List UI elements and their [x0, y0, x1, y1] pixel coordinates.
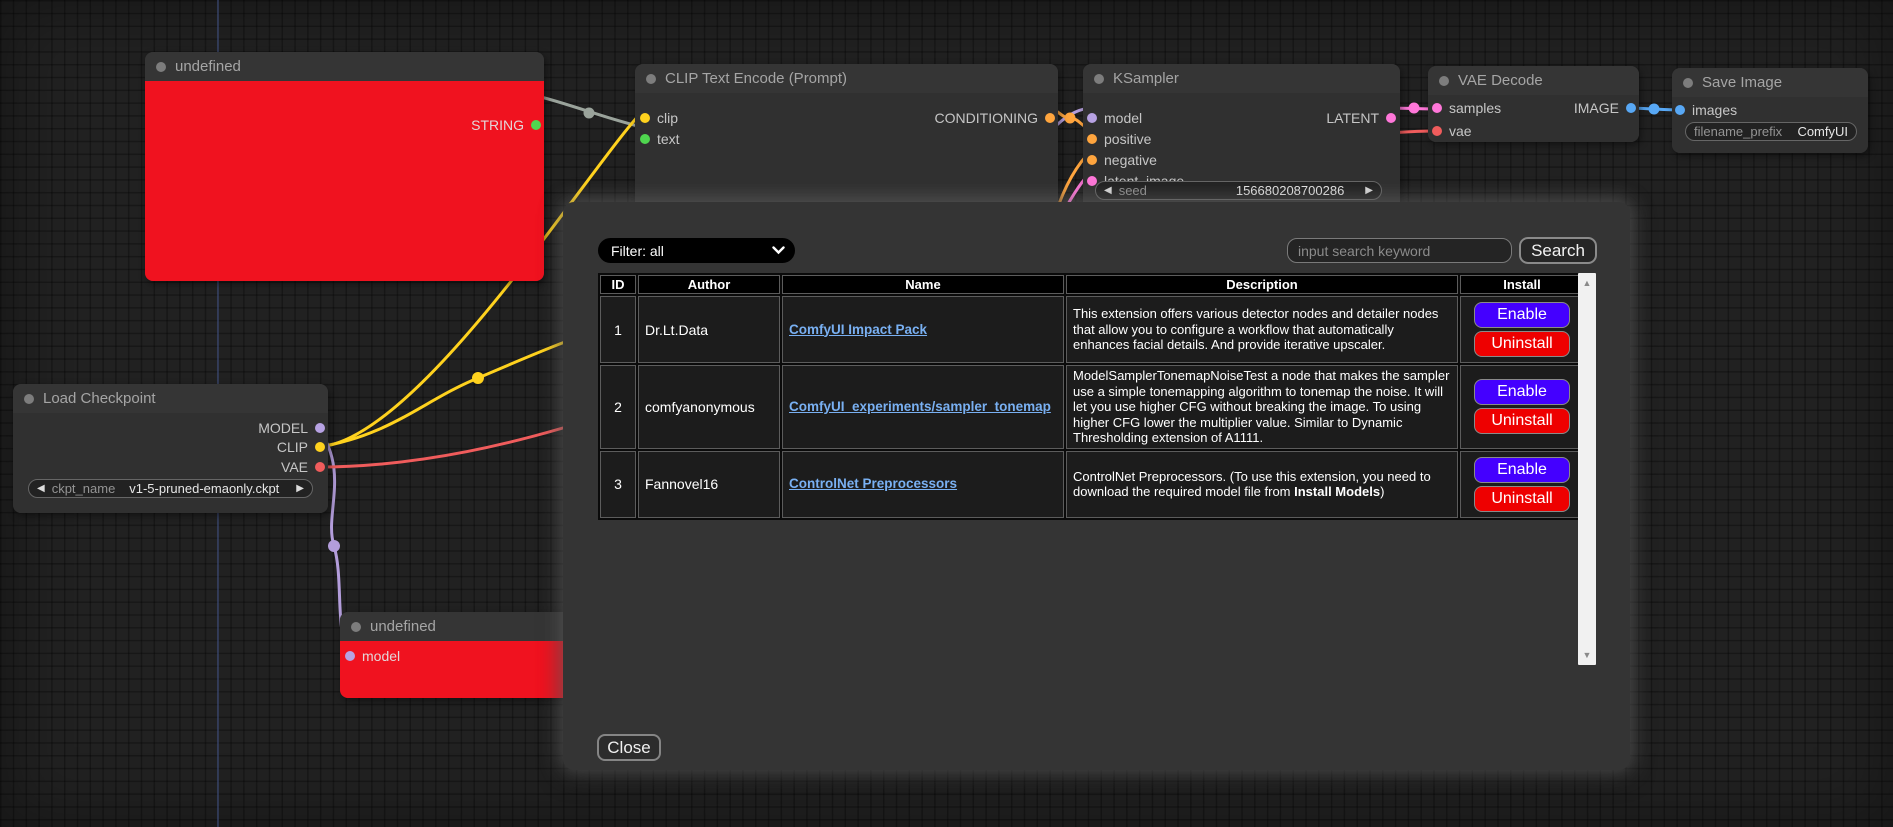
collapse-dot-icon[interactable] — [24, 394, 34, 404]
filename-prefix-value: ComfyUI — [1797, 124, 1848, 139]
extension-table: ID Author Name Description Install 1 Dr.… — [598, 273, 1586, 520]
node-title: Save Image — [1702, 74, 1782, 91]
node-load-checkpoint[interactable]: Load Checkpoint MODEL CLIP VAE ◀ ckpt_na… — [13, 384, 328, 513]
table-scrollbar[interactable]: ▲ ▼ — [1578, 273, 1596, 665]
ckpt-name-widget[interactable]: ◀ ckpt_name v1-5-pruned-emaonly.ckpt ▶ — [28, 479, 313, 498]
scroll-up-icon[interactable]: ▲ — [1578, 278, 1596, 288]
node-title: CLIP Text Encode (Prompt) — [665, 70, 847, 87]
enable-button[interactable]: Enable — [1474, 457, 1570, 483]
decrement-arrow-icon[interactable]: ◀ — [1104, 186, 1112, 196]
node-undefined-top[interactable]: undefined STRING — [145, 52, 544, 281]
input-slot-images[interactable] — [1675, 105, 1685, 115]
input-slot-model[interactable] — [1087, 113, 1097, 123]
output-slot-clip[interactable] — [315, 442, 325, 452]
ext-id: 3 — [600, 451, 636, 518]
ext-author: Dr.Lt.Data — [638, 296, 780, 363]
node-undefined-bottom[interactable]: undefined model — [340, 612, 600, 698]
node-title-bar[interactable]: KSampler — [1083, 64, 1400, 93]
input-slot-positive[interactable] — [1087, 134, 1097, 144]
collapse-dot-icon[interactable] — [646, 74, 656, 84]
output-slot-conditioning[interactable] — [1045, 113, 1055, 123]
search-button[interactable]: Search — [1519, 237, 1597, 264]
ext-description: ControlNet Preprocessors. (To use this e… — [1066, 451, 1458, 518]
input-slot-text[interactable] — [640, 134, 650, 144]
uninstall-button[interactable]: Uninstall — [1474, 331, 1570, 357]
output-slot-string[interactable] — [531, 120, 541, 130]
node-body: model positive negative latent_image LAT… — [1083, 93, 1400, 214]
col-header-author: Author — [638, 275, 780, 294]
node-body: model — [340, 641, 600, 698]
ext-id: 1 — [600, 296, 636, 363]
node-title: undefined — [370, 618, 436, 635]
dialog-controls: Filter: all Search — [598, 237, 1597, 264]
col-header-id: ID — [600, 275, 636, 294]
ext-author: Fannovel16 — [638, 451, 780, 518]
table-row: 1 Dr.Lt.Data ComfyUI Impact Pack This ex… — [600, 296, 1584, 363]
uninstall-button[interactable]: Uninstall — [1474, 486, 1570, 512]
node-title: VAE Decode — [1458, 72, 1543, 89]
collapse-dot-icon[interactable] — [1683, 78, 1693, 88]
table-row: 2 comfyanonymous ComfyUI_experiments/sam… — [600, 365, 1584, 449]
collapse-dot-icon[interactable] — [1439, 76, 1449, 86]
node-ksampler[interactable]: KSampler model positive negative latent_… — [1083, 64, 1400, 214]
uninstall-button[interactable]: Uninstall — [1474, 408, 1570, 434]
node-vae-decode[interactable]: VAE Decode samples vae IMAGE — [1428, 66, 1639, 142]
ext-link[interactable]: ComfyUI Impact Pack — [789, 322, 927, 337]
node-save-image[interactable]: Save Image images filename_prefix ComfyU… — [1672, 68, 1868, 153]
increment-arrow-icon[interactable]: ▶ — [1365, 186, 1373, 196]
node-title-bar[interactable]: undefined — [340, 612, 600, 641]
extension-manager-dialog: Filter: all Search ID Author — [563, 202, 1630, 770]
col-header-name: Name — [782, 275, 1064, 294]
ext-description: This extension offers various detector n… — [1066, 296, 1458, 363]
seed-value: 156680208700286 — [1236, 183, 1344, 198]
collapse-dot-icon[interactable] — [1094, 74, 1104, 84]
node-title-bar[interactable]: CLIP Text Encode (Prompt) — [635, 64, 1058, 93]
output-slot-model[interactable] — [315, 423, 325, 433]
input-slot-negative[interactable] — [1087, 155, 1097, 165]
node-title-bar[interactable]: undefined — [145, 52, 544, 81]
ext-description: ModelSamplerTonemapNoiseTest a node that… — [1066, 365, 1458, 449]
col-header-install: Install — [1460, 275, 1584, 294]
node-graph-canvas[interactable]: undefined STRING CLIP Text Encode (Promp… — [0, 0, 1893, 827]
filter-select-wrap: Filter: all — [598, 238, 795, 263]
node-body: samples vae IMAGE — [1428, 95, 1639, 142]
table-row: 3 Fannovel16 ControlNet Preprocessors Co… — [600, 451, 1584, 518]
input-slot-samples[interactable] — [1432, 103, 1442, 113]
ext-link[interactable]: ControlNet Preprocessors — [789, 476, 957, 491]
output-slot-latent[interactable] — [1386, 113, 1396, 123]
filter-select[interactable]: Filter: all — [598, 238, 795, 263]
node-title-bar[interactable]: Save Image — [1672, 68, 1868, 97]
extension-table-area: ID Author Name Description Install 1 Dr.… — [598, 273, 1596, 665]
increment-arrow-icon[interactable]: ▶ — [296, 484, 304, 494]
collapse-dot-icon[interactable] — [351, 622, 361, 632]
node-title-bar[interactable]: VAE Decode — [1428, 66, 1639, 95]
col-header-description: Description — [1066, 275, 1458, 294]
node-title: Load Checkpoint — [43, 390, 156, 407]
seed-widget[interactable]: ◀ seed 156680208700286 ▶ — [1095, 181, 1382, 200]
node-title: KSampler — [1113, 70, 1179, 87]
scroll-down-icon[interactable]: ▼ — [1578, 650, 1596, 660]
collapse-dot-icon[interactable] — [156, 62, 166, 72]
node-body: STRING — [145, 81, 544, 281]
output-slot-vae[interactable] — [315, 462, 325, 472]
node-title: undefined — [175, 58, 241, 75]
ext-author: comfyanonymous — [638, 365, 780, 449]
filename-prefix-widget[interactable]: filename_prefix ComfyUI — [1685, 122, 1857, 141]
search-input[interactable] — [1287, 238, 1512, 263]
enable-button[interactable]: Enable — [1474, 302, 1570, 328]
output-label: STRING — [471, 117, 524, 133]
node-body: MODEL CLIP VAE ◀ ckpt_name v1-5-pruned-e… — [13, 413, 328, 513]
input-slot-vae[interactable] — [1432, 126, 1442, 136]
node-title-bar[interactable]: Load Checkpoint — [13, 384, 328, 413]
decrement-arrow-icon[interactable]: ◀ — [37, 484, 45, 494]
input-slot-model[interactable] — [345, 651, 355, 661]
ext-link[interactable]: ComfyUI_experiments/sampler_tonemap — [789, 399, 1051, 414]
ckpt-name-value: v1-5-pruned-emaonly.ckpt — [129, 481, 279, 496]
ext-id: 2 — [600, 365, 636, 449]
input-slot-clip[interactable] — [640, 113, 650, 123]
enable-button[interactable]: Enable — [1474, 379, 1570, 405]
close-button[interactable]: Close — [597, 734, 661, 761]
output-slot-image[interactable] — [1626, 103, 1636, 113]
node-body: images filename_prefix ComfyUI — [1672, 97, 1868, 153]
